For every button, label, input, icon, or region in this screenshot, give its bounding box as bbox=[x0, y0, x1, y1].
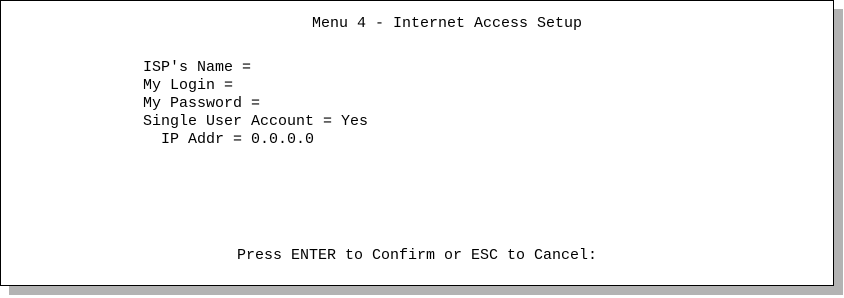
confirm-cancel-prompt: Press ENTER to Confirm or ESC to Cancel: bbox=[237, 247, 598, 264]
setup-fields: ISP's Name = My Login = My Password = Si… bbox=[143, 59, 368, 149]
terminal-menu-screen: Menu 4 - Internet Access Setup ISP's Nam… bbox=[0, 0, 834, 286]
my-password-field[interactable]: My Password = bbox=[143, 95, 368, 113]
isp-name-field[interactable]: ISP's Name = bbox=[143, 59, 368, 77]
window-shadow-bottom bbox=[9, 286, 843, 295]
menu-title: Menu 4 - Internet Access Setup bbox=[312, 15, 583, 32]
my-login-field[interactable]: My Login = bbox=[143, 77, 368, 95]
window-shadow-right bbox=[834, 9, 843, 295]
ip-addr-field[interactable]: IP Addr = 0.0.0.0 bbox=[143, 131, 368, 149]
single-user-account-field[interactable]: Single User Account = Yes bbox=[143, 113, 368, 131]
